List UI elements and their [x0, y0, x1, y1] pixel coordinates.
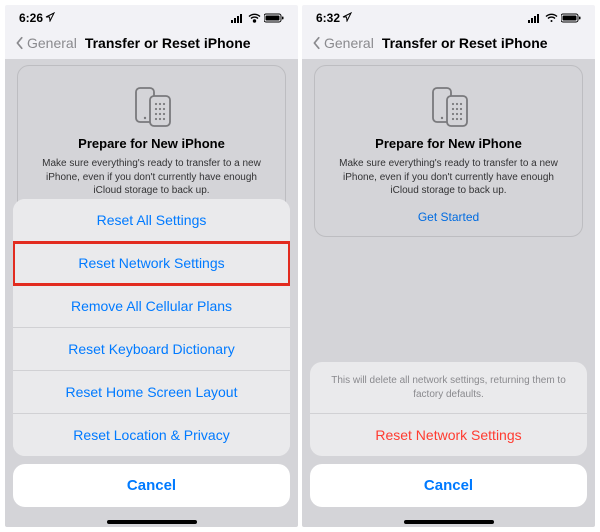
status-bar: 6:26: [5, 5, 298, 27]
confirm-reset-network-button[interactable]: Reset Network Settings: [310, 414, 587, 456]
phone-content: Prepare for New iPhone Make sure everyth…: [302, 59, 595, 527]
phone-right: 6:32 General Tr: [302, 5, 595, 527]
nav-bar: General Transfer or Reset iPhone: [5, 27, 298, 59]
nav-title: Transfer or Reset iPhone: [382, 35, 548, 51]
chevron-left-icon: [312, 36, 322, 50]
cellular-signal-icon: [231, 13, 245, 23]
reset-all-settings-button[interactable]: Reset All Settings: [13, 199, 290, 242]
reset-network-settings-button[interactable]: Reset Network Settings: [13, 242, 290, 285]
wifi-icon: [545, 13, 558, 23]
confirm-panel: This will delete all network settings, r…: [310, 362, 587, 456]
wifi-icon: [248, 13, 261, 23]
battery-icon: [264, 13, 284, 23]
back-button[interactable]: General: [312, 35, 374, 51]
back-label: General: [324, 35, 374, 51]
cellular-signal-icon: [528, 13, 542, 23]
status-time: 6:32: [316, 11, 340, 25]
home-indicator[interactable]: [107, 520, 197, 524]
cancel-button[interactable]: Cancel: [310, 464, 587, 507]
home-indicator[interactable]: [404, 520, 494, 524]
nav-title: Transfer or Reset iPhone: [85, 35, 251, 51]
nav-bar: General Transfer or Reset iPhone: [302, 27, 595, 59]
location-arrow-icon: [342, 11, 352, 25]
back-button[interactable]: General: [15, 35, 77, 51]
status-time: 6:26: [19, 11, 43, 25]
phone-left: 6:26 General Tr: [5, 5, 298, 527]
confirmation-sheet: This will delete all network settings, r…: [302, 362, 595, 527]
cancel-button[interactable]: Cancel: [13, 464, 290, 507]
location-arrow-icon: [45, 11, 55, 25]
reset-options-list: Reset All Settings Reset Network Setting…: [13, 199, 290, 456]
status-bar: 6:32: [302, 5, 595, 27]
reset-location-privacy-button[interactable]: Reset Location & Privacy: [13, 414, 290, 456]
chevron-left-icon: [15, 36, 25, 50]
reset-keyboard-dictionary-button[interactable]: Reset Keyboard Dictionary: [13, 328, 290, 371]
back-label: General: [27, 35, 77, 51]
confirmation-message: This will delete all network settings, r…: [310, 362, 587, 414]
action-sheet: Reset All Settings Reset Network Setting…: [5, 199, 298, 527]
reset-home-screen-button[interactable]: Reset Home Screen Layout: [13, 371, 290, 414]
screenshot-container: 6:26 General Tr: [0, 0, 600, 532]
phone-content: Prepare for New iPhone Make sure everyth…: [5, 59, 298, 527]
battery-icon: [561, 13, 581, 23]
remove-cellular-plans-button[interactable]: Remove All Cellular Plans: [13, 285, 290, 328]
